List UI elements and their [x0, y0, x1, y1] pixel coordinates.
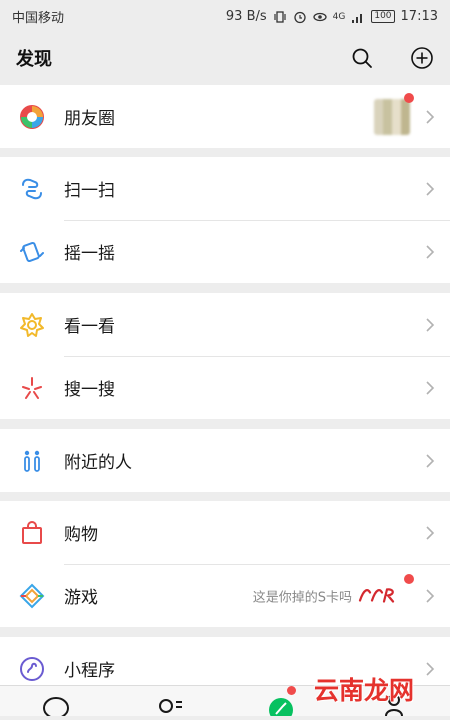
scan-label: 扫一扫: [64, 181, 115, 201]
chevron-right-icon: [426, 317, 435, 332]
search-feature-icon: [19, 375, 45, 401]
plus-circle-icon[interactable]: [410, 46, 434, 70]
chevron-right-icon: [426, 661, 435, 676]
search-row[interactable]: 搜一搜: [0, 356, 450, 419]
group-scan-shake: 扫一扫 摇一摇: [0, 157, 450, 283]
games-icon: [19, 583, 45, 609]
people-nearby-icon: [19, 448, 45, 474]
chevron-right-icon: [426, 244, 435, 259]
carrier-label: 中国移动: [12, 11, 65, 26]
friend-avatar-thumbnail: [374, 99, 410, 135]
people-nearby-row[interactable]: 附近的人: [0, 429, 450, 492]
signal-icon: [352, 13, 363, 23]
status-bar: 中国移动 93 B/s 4G 100 17:13: [0, 0, 450, 33]
alarm-icon: [293, 11, 306, 23]
clock: 17:13: [400, 9, 438, 24]
watermark: 云南龙网: [313, 676, 414, 705]
games-row[interactable]: 游戏 这是你掉的S卡吗: [0, 564, 450, 627]
mini-programs-icon: [19, 656, 45, 682]
group-stories-search: 看一看 搜一搜: [0, 293, 450, 419]
search-label: 搜一搜: [64, 380, 115, 400]
search-icon[interactable]: [350, 46, 374, 70]
people-nearby-label: 附近的人: [64, 453, 132, 473]
games-new-dot: [404, 574, 414, 584]
games-promo: 这是你掉的S卡吗: [253, 586, 398, 605]
chevron-right-icon: [426, 181, 435, 196]
top-stories-label: 看一看: [64, 317, 115, 337]
moments-row[interactable]: 朋友圈: [0, 85, 450, 148]
shake-label: 摇一摇: [64, 244, 115, 264]
top-stories-row[interactable]: 看一看: [0, 293, 450, 356]
moments-icon: [19, 104, 45, 130]
ssr-logo: [358, 588, 395, 603]
shake-row[interactable]: 摇一摇: [0, 220, 450, 283]
battery-indicator: 100: [371, 10, 395, 23]
chevron-right-icon: [426, 453, 435, 468]
network-type: 4G: [332, 11, 346, 22]
status-icons: 93 B/s 4G 100 17:13: [226, 9, 438, 24]
chevron-right-icon: [426, 109, 435, 124]
group-moments: 朋友圈: [0, 85, 450, 148]
tab-discover[interactable]: [261, 686, 301, 720]
chevron-right-icon: [426, 525, 435, 540]
eye-icon: [312, 12, 327, 21]
chevron-right-icon: [426, 588, 435, 603]
tab-chats-icon[interactable]: [36, 686, 76, 716]
shake-icon: [19, 239, 45, 265]
top-stories-icon: [19, 312, 45, 338]
page-title: 发现: [16, 49, 52, 70]
scan-icon: [19, 176, 45, 202]
shopping-row[interactable]: 购物: [0, 501, 450, 564]
moments-new-dot: [404, 93, 414, 103]
tab-contacts-icon[interactable]: [149, 686, 189, 716]
header: 发现: [0, 33, 450, 83]
vibrate-icon: [274, 10, 286, 23]
shopping-label: 购物: [64, 525, 98, 545]
group-nearby: 附近的人: [0, 429, 450, 492]
chevron-right-icon: [426, 380, 435, 395]
shopping-bag-icon: [19, 520, 45, 546]
network-speed: 93 B/s: [225, 9, 267, 24]
scan-row[interactable]: 扫一扫: [0, 157, 450, 220]
header-actions: [350, 46, 434, 70]
games-hint-text: 这是你掉的S卡吗: [252, 590, 352, 605]
group-shopping-games: 购物 游戏 这是你掉的S卡吗: [0, 501, 450, 627]
